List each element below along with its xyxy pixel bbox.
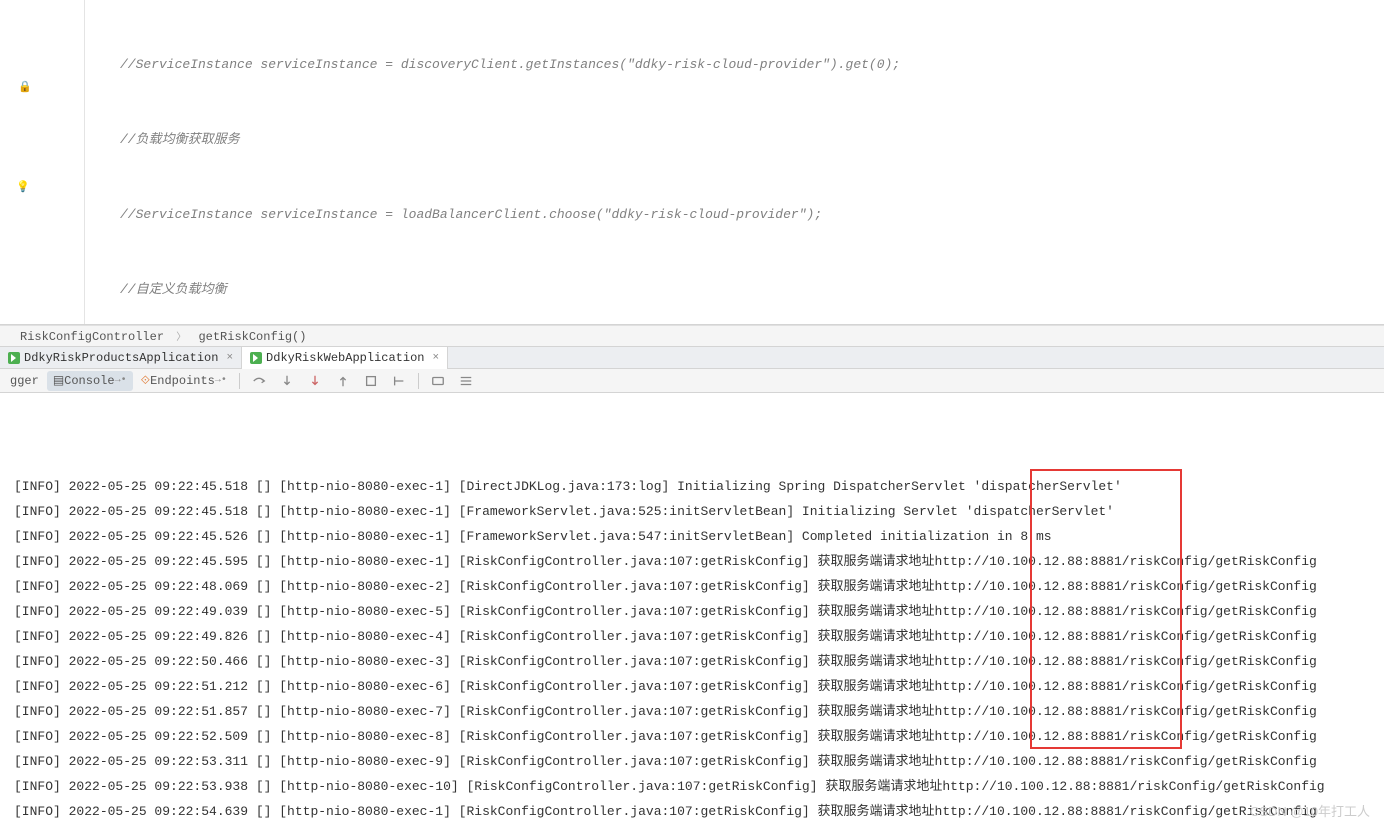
editor-gutter: 💡 🔒 — [0, 0, 85, 324]
console-line[interactable]: [INFO] 2022-05-25 09:22:49.039 [] [http-… — [14, 599, 1370, 624]
code-line[interactable]: //ServiceInstance serviceInstance = load… — [120, 202, 1384, 227]
run-tab-label: DdkyRiskProductsApplication — [24, 351, 218, 365]
run-tab-web[interactable]: DdkyRiskWebApplication × — [242, 347, 448, 369]
tab-debugger[interactable]: gger — [4, 371, 45, 391]
console-line[interactable]: [INFO] 2022-05-25 09:22:45.518 [] [http-… — [14, 474, 1370, 499]
run-tab-label: DdkyRiskWebApplication — [266, 351, 424, 365]
console-line[interactable]: [INFO] 2022-05-25 09:22:52.509 [] [http-… — [14, 724, 1370, 749]
intention-bulb-icon[interactable]: 💡 — [16, 180, 30, 194]
separator — [418, 373, 419, 389]
code-editor[interactable]: 💡 🔒 //ServiceInstance serviceInstance = … — [0, 0, 1384, 325]
trace-button[interactable] — [453, 371, 479, 391]
console-line[interactable]: [INFO] 2022-05-25 09:22:49.826 [] [http-… — [14, 624, 1370, 649]
breadcrumb-method[interactable]: getRiskConfig() — [198, 330, 306, 344]
tab-console[interactable]: ▤ Console →• — [47, 371, 133, 391]
debug-toolbar: gger ▤ Console →• ⟐ Endpoints →• — [0, 369, 1384, 393]
console-line[interactable]: [INFO] 2022-05-25 09:22:50.466 [] [http-… — [14, 649, 1370, 674]
tab-endpoints[interactable]: ⟐ Endpoints →• — [135, 371, 233, 391]
step-over-button[interactable] — [246, 371, 272, 391]
step-into-button[interactable] — [274, 371, 300, 391]
code-line[interactable]: //负载均衡获取服务 — [120, 127, 1384, 152]
run-icon — [8, 352, 20, 364]
close-icon[interactable]: × — [226, 352, 233, 364]
console-line[interactable]: [INFO] 2022-05-25 09:22:45.526 [] [http-… — [14, 524, 1370, 549]
console-line[interactable]: [INFO] 2022-05-25 09:22:51.212 [] [http-… — [14, 674, 1370, 699]
console-line[interactable]: [INFO] 2022-05-25 09:22:53.938 [] [http-… — [14, 774, 1370, 799]
drop-frame-button[interactable] — [358, 371, 384, 391]
force-step-into-button[interactable] — [302, 371, 328, 391]
console-line[interactable]: [INFO] 2022-05-25 09:22:53.311 [] [http-… — [14, 749, 1370, 774]
code-line[interactable]: //自定义负载均衡 — [120, 277, 1384, 302]
lock-icon: 🔒 — [18, 80, 32, 94]
console-line[interactable]: [INFO] 2022-05-25 09:22:45.595 [] [http-… — [14, 549, 1370, 574]
console-line[interactable]: [INFO] 2022-05-25 09:22:45.518 [] [http-… — [14, 499, 1370, 524]
breadcrumb-class[interactable]: RiskConfigController — [20, 330, 164, 344]
run-tab-products[interactable]: DdkyRiskProductsApplication × — [0, 347, 242, 369]
console-line[interactable]: [INFO] 2022-05-25 09:22:48.069 [] [http-… — [14, 574, 1370, 599]
step-out-button[interactable] — [330, 371, 356, 391]
console-line[interactable]: [INFO] 2022-05-25 09:22:54.639 [] [http-… — [14, 799, 1370, 824]
separator — [239, 373, 240, 389]
watermark: CSDN @10年打工人 — [1250, 799, 1370, 824]
console-line[interactable]: [INFO] 2022-05-25 09:22:51.857 [] [http-… — [14, 699, 1370, 724]
run-icon — [250, 352, 262, 364]
evaluate-button[interactable] — [425, 371, 451, 391]
run-config-tabs: DdkyRiskProductsApplication × DdkyRiskWe… — [0, 347, 1384, 369]
chevron-right-icon: 〉 — [176, 333, 186, 344]
breadcrumb[interactable]: RiskConfigController 〉 getRiskConfig() — [0, 325, 1384, 347]
code-line[interactable]: //ServiceInstance serviceInstance = disc… — [120, 52, 1384, 77]
console-output[interactable]: CSDN @10年打工人 [INFO] 2022-05-25 09:22:45.… — [0, 393, 1384, 830]
close-icon[interactable]: × — [432, 352, 439, 364]
run-to-cursor-button[interactable] — [386, 371, 412, 391]
